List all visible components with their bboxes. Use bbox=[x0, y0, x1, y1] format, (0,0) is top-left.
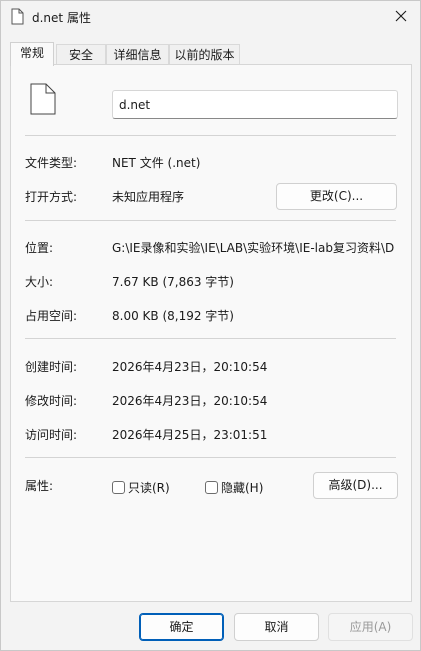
hidden-checkbox[interactable]: 隐藏(H) bbox=[205, 479, 263, 495]
readonly-label: 只读(R) bbox=[128, 480, 170, 495]
window-title: d.net 属性 bbox=[32, 11, 91, 25]
readonly-checkbox[interactable]: 只读(R) bbox=[112, 479, 170, 495]
location-value: G:\IE录像和实验\IE\LAB\实验环境\IE-lab复习资料\D bbox=[112, 241, 395, 255]
accessed-value: 2026年4月25日，23:01:51 bbox=[112, 428, 268, 442]
attributes-label: 属性: bbox=[25, 479, 54, 493]
modified-value: 2026年4月23日，20:10:54 bbox=[112, 394, 268, 408]
filename-input[interactable] bbox=[112, 90, 398, 119]
tab-previous-versions[interactable]: 以前的版本 bbox=[169, 44, 240, 65]
location-label: 位置: bbox=[25, 241, 54, 255]
checkbox-box[interactable] bbox=[112, 480, 125, 494]
close-button[interactable] bbox=[381, 1, 420, 31]
modified-label: 修改时间: bbox=[25, 394, 78, 408]
cancel-button[interactable]: 取消 bbox=[234, 613, 319, 641]
divider bbox=[25, 457, 396, 458]
close-icon bbox=[395, 10, 406, 22]
change-button[interactable]: 更改(C)... bbox=[276, 183, 397, 210]
tab-general[interactable]: 常规 bbox=[10, 42, 54, 66]
divider bbox=[25, 220, 396, 221]
file-icon bbox=[11, 8, 24, 25]
tab-security[interactable]: 安全 bbox=[56, 44, 106, 65]
divider bbox=[25, 135, 396, 136]
opens-with-label: 打开方式: bbox=[25, 190, 78, 204]
size-label: 大小: bbox=[25, 275, 54, 289]
tab-details[interactable]: 详细信息 bbox=[106, 44, 169, 65]
divider bbox=[25, 338, 396, 339]
file-type-label: 文件类型: bbox=[25, 156, 78, 170]
properties-dialog: d.net 属性 常规 安全 详细信息 以前的版本 文件类型: NET 文件 (… bbox=[0, 0, 421, 651]
size-value: 7.67 KB (7,863 字节) bbox=[112, 275, 234, 289]
title-bar: d.net 属性 bbox=[1, 1, 420, 33]
general-panel: 文件类型: NET 文件 (.net) 打开方式: 未知应用程序 更改(C)..… bbox=[10, 64, 412, 602]
advanced-button[interactable]: 高级(D)... bbox=[313, 472, 398, 499]
created-label: 创建时间: bbox=[25, 360, 78, 374]
tab-strip: 常规 安全 详细信息 以前的版本 bbox=[10, 42, 410, 66]
apply-button[interactable]: 应用(A) bbox=[328, 613, 413, 641]
accessed-label: 访问时间: bbox=[25, 428, 78, 442]
created-value: 2026年4月23日，20:10:54 bbox=[112, 360, 268, 374]
file-type-value: NET 文件 (.net) bbox=[112, 156, 201, 170]
size-on-disk-label: 占用空间: bbox=[25, 309, 78, 323]
file-large-icon bbox=[30, 83, 56, 115]
checkbox-box[interactable] bbox=[205, 480, 218, 494]
ok-button[interactable]: 确定 bbox=[139, 613, 224, 641]
size-on-disk-value: 8.00 KB (8,192 字节) bbox=[112, 309, 234, 323]
hidden-label: 隐藏(H) bbox=[221, 480, 264, 495]
opens-with-value: 未知应用程序 bbox=[112, 190, 185, 204]
